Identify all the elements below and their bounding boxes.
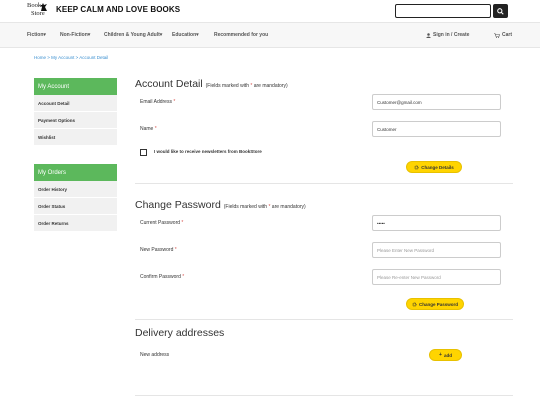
- mandatory-hint: (Fields marked with * are mandatory): [224, 204, 306, 210]
- name-label-text: Name: [140, 126, 154, 132]
- my-orders-menu: My Orders Order History Order Status Ord…: [34, 164, 117, 232]
- hint-prefix: (Fields marked with: [205, 83, 251, 89]
- sidebar-item-order-status[interactable]: Order Status: [34, 198, 117, 215]
- divider: [135, 319, 513, 320]
- nav-fiction[interactable]: Fiction▾: [27, 32, 46, 38]
- logo-text-store: Store: [31, 10, 45, 17]
- name-field[interactable]: Customer: [372, 121, 501, 137]
- required-star: *: [154, 126, 157, 132]
- search-button[interactable]: [493, 4, 508, 18]
- gear-icon: [414, 165, 419, 169]
- add-address-label: add: [443, 352, 452, 358]
- cart-icon: [494, 32, 500, 38]
- user-icon: [426, 32, 431, 38]
- delivery-addresses-title: Delivery addresses: [135, 327, 225, 339]
- change-password-heading: Change Password: [135, 199, 221, 211]
- current-password-label-text: Current Password: [140, 220, 181, 226]
- my-account-menu: My Account Account Detail Payment Option…: [34, 78, 117, 146]
- sign-in-link[interactable]: Sign in / Create: [426, 32, 469, 38]
- nav-education[interactable]: Education▾: [172, 32, 199, 38]
- required-star: *: [181, 220, 184, 226]
- newsletter-checkbox[interactable]: [140, 149, 147, 156]
- email-label: Email Address *: [140, 99, 175, 105]
- add-address-button[interactable]: + add: [429, 349, 462, 361]
- mandatory-hint: (Fields marked with * are mandatory): [206, 83, 288, 89]
- confirm-password-field[interactable]: Please Re-enter New Password: [372, 269, 501, 285]
- confirm-password-label: Confirm Password *: [140, 274, 184, 280]
- plus-icon: +: [439, 352, 442, 358]
- cart-link[interactable]: Cart: [494, 32, 512, 38]
- sidebar-item-order-history[interactable]: Order History: [34, 181, 117, 198]
- bookstore-logo[interactable]: Book Store: [27, 2, 53, 20]
- newsletter-label: I would like to receive newsletters from…: [154, 149, 262, 154]
- current-password-field[interactable]: •••••: [372, 215, 501, 231]
- breadcrumb[interactable]: Home > My Account > Account Detail: [34, 55, 108, 60]
- sidebar-item-payment-options[interactable]: Payment Options: [34, 112, 117, 129]
- sign-in-label: Sign in / Create: [433, 32, 470, 38]
- search-icon: [497, 7, 504, 15]
- sidebar-item-wishlist[interactable]: Wishlist: [34, 129, 117, 146]
- account-detail-heading: Account Detail: [135, 78, 203, 90]
- required-star: *: [182, 274, 185, 280]
- divider: [135, 395, 513, 396]
- email-label-text: Email Address: [140, 99, 172, 105]
- nav-recommended[interactable]: Recommended for you: [214, 32, 268, 38]
- change-password-title: Change Password (Fields marked with * ar…: [135, 199, 306, 211]
- hint-suffix: are mandatory): [252, 83, 288, 89]
- new-password-label-text: New Password: [140, 247, 174, 253]
- my-account-heading: My Account: [34, 78, 117, 95]
- change-password-label: Change Password: [418, 301, 458, 307]
- required-star: *: [173, 99, 176, 105]
- hint-suffix: are mandatory): [270, 204, 306, 210]
- gear-icon: [412, 302, 417, 306]
- site-tagline: KEEP CALM AND LOVE BOOKS: [56, 5, 181, 14]
- account-detail-title: Account Detail (Fields marked with * are…: [135, 78, 288, 90]
- search-input[interactable]: [395, 4, 491, 18]
- confirm-password-label-text: Confirm Password: [140, 274, 181, 280]
- header: Book Store KEEP CALM AND LOVE BOOKS: [0, 0, 540, 22]
- current-password-label: Current Password *: [140, 220, 183, 226]
- change-details-button[interactable]: Change Details: [406, 161, 462, 173]
- nav-children-young-adult[interactable]: Children & Young Adult▾: [104, 32, 162, 38]
- name-label: Name *: [140, 126, 157, 132]
- sidebar-item-order-returns[interactable]: Order Returns: [34, 215, 117, 232]
- sidebar-item-account-detail[interactable]: Account Detail: [34, 95, 117, 112]
- new-password-label: New Password *: [140, 247, 177, 253]
- nav-non-fiction[interactable]: Non-Fiction▾: [60, 32, 90, 38]
- email-field[interactable]: Customer@gmail.com: [372, 94, 501, 110]
- my-orders-heading: My Orders: [34, 164, 117, 181]
- change-password-button[interactable]: Change Password: [406, 298, 464, 310]
- divider: [135, 183, 513, 184]
- new-password-field[interactable]: Please Enter New Password: [372, 242, 501, 258]
- change-details-label: Change Details: [421, 164, 454, 170]
- main-nav: Fiction▾ Non-Fiction▾ Children & Young A…: [0, 22, 540, 48]
- required-star: *: [174, 247, 177, 253]
- new-address-label: New address: [140, 352, 170, 358]
- cart-label: Cart: [502, 32, 513, 38]
- hint-prefix: (Fields marked with: [223, 204, 269, 210]
